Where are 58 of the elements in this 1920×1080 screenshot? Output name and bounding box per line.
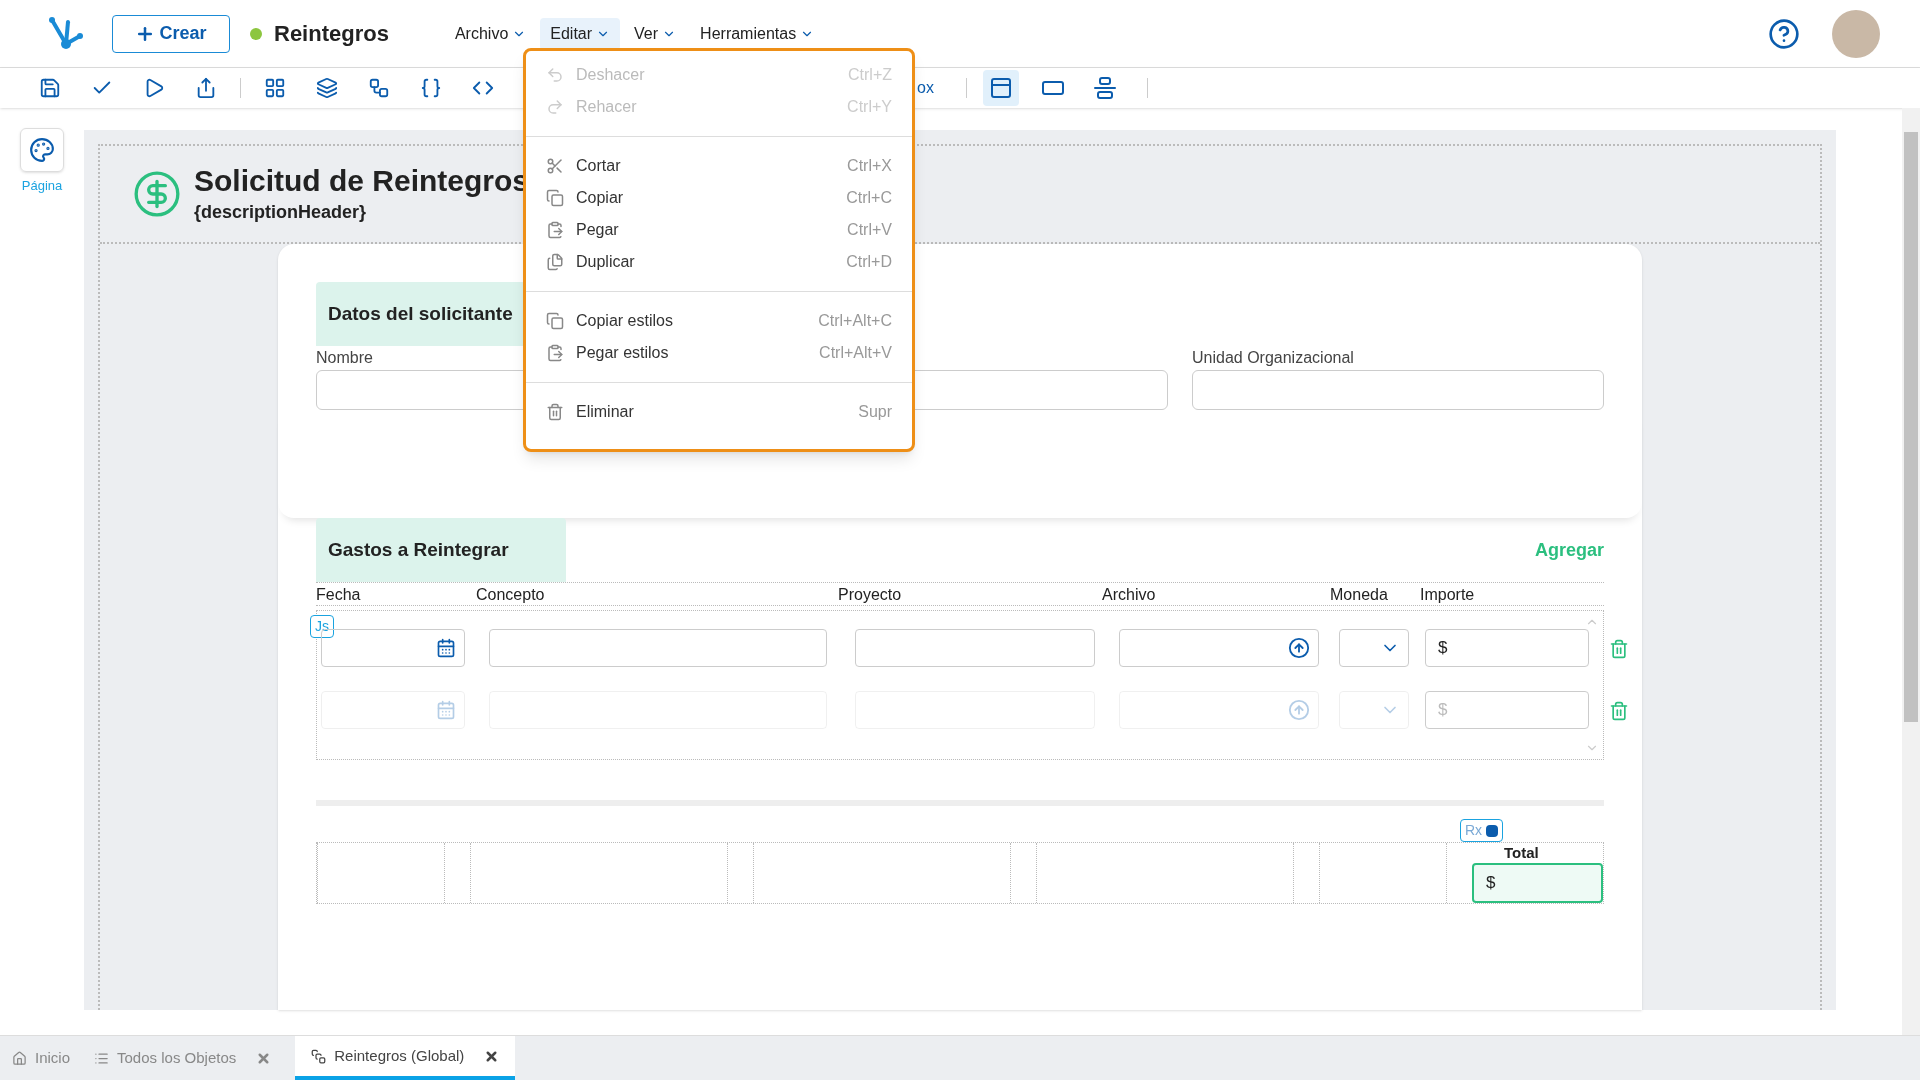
currency-select[interactable]	[1339, 629, 1409, 667]
delete-icon	[546, 403, 564, 421]
text-field[interactable]	[489, 629, 827, 667]
column-header: Fecha	[316, 585, 362, 605]
scrollbar[interactable]	[1902, 108, 1920, 1035]
layout-icon	[988, 76, 1013, 100]
document-tab[interactable]: Reintegros (Global)	[295, 1036, 516, 1080]
palette-button[interactable]	[20, 128, 64, 172]
menu-entry[interactable]: Pegar estilos Ctrl+Alt+V	[526, 337, 912, 369]
copy-icon	[546, 189, 564, 207]
layout-view-button[interactable]	[982, 70, 1019, 106]
menu-item[interactable]: Herramientas	[690, 17, 825, 50]
field-label: Unidad Organizacional	[1192, 348, 1354, 368]
upload-icon[interactable]	[1288, 637, 1310, 659]
menu-entry[interactable]: Eliminar Supr	[526, 396, 912, 428]
section-title: Gastos a Reintegrar	[316, 518, 566, 582]
home-icon	[12, 1050, 27, 1066]
amount-field[interactable]: $	[1425, 629, 1589, 667]
page-subtitle: {descriptionHeader}	[194, 201, 368, 225]
column-header: Moneda	[1330, 585, 1389, 605]
list-icon	[94, 1050, 110, 1066]
field-label: Nombre	[316, 348, 373, 368]
menu-item[interactable]: Archivo	[444, 17, 537, 50]
total-label: Total	[1504, 845, 1540, 863]
dollar-icon	[132, 169, 182, 219]
align-icon	[1092, 76, 1117, 100]
cut-icon	[546, 157, 564, 175]
column-header: Concepto	[476, 585, 546, 605]
column-header: Proyecto	[838, 585, 903, 605]
menu-entry[interactable]: Pegar Ctrl+V	[526, 214, 912, 246]
create-button[interactable]: Crear	[112, 14, 230, 53]
side-panel-label: Página	[21, 177, 63, 195]
redo-icon	[546, 98, 564, 116]
document-title: Reintegros	[274, 20, 389, 48]
paste-icon	[546, 344, 564, 362]
form-icon	[311, 1048, 327, 1064]
undo-icon	[546, 66, 564, 84]
calendar-icon[interactable]	[436, 638, 456, 658]
text-field[interactable]	[855, 629, 1095, 667]
paste-icon	[546, 221, 564, 239]
menu-item[interactable]: Ver	[624, 17, 687, 50]
menu-entry[interactable]: Duplicar Ctrl+D	[526, 246, 912, 278]
column-header: Importe	[1420, 585, 1476, 605]
section-title: Datos del solicitante	[316, 282, 526, 346]
duplicate-icon	[546, 253, 564, 271]
date-field[interactable]	[321, 629, 465, 667]
help-icon[interactable]	[1768, 17, 1800, 50]
toolbar-label[interactable]: ox	[917, 76, 934, 100]
delete-icon[interactable]	[1609, 639, 1629, 659]
avatar[interactable]	[1832, 9, 1880, 58]
menu-item[interactable]: Editar	[540, 17, 621, 50]
file-field[interactable]	[1119, 629, 1319, 667]
palette-icon	[29, 137, 55, 163]
copy-icon	[546, 312, 564, 330]
total-field[interactable]: $	[1472, 863, 1603, 903]
column-header: Archivo	[1102, 585, 1157, 605]
menu-entry[interactable]: Copiar estilos Ctrl+Alt+C	[526, 305, 912, 337]
text-field[interactable]	[1192, 370, 1604, 410]
